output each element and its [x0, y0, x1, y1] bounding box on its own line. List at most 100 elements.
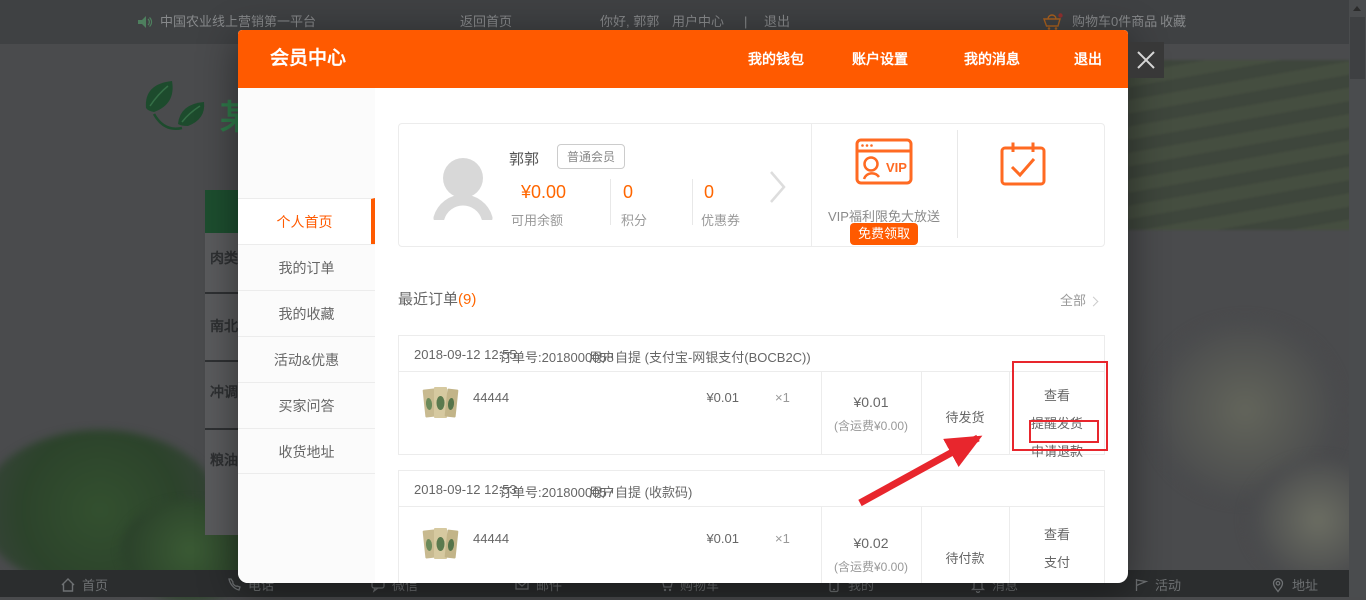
- modal-header: 会员中心 我的钱包 账户设置 我的消息 退出: [238, 30, 1128, 88]
- divider: [821, 372, 822, 455]
- product-thumbnail[interactable]: [421, 524, 459, 567]
- category-panel: 肉类 南北 冲调 粮油: [205, 190, 238, 535]
- page-scrollbar[interactable]: [1349, 0, 1366, 597]
- favorites-link[interactable]: 收藏: [1160, 0, 1186, 44]
- speaker-icon: [137, 14, 153, 35]
- balance-label: 可用余额: [511, 210, 563, 229]
- order-delivery-method: 用户自提 (收款码): [589, 482, 692, 501]
- shipping-fee: (含运费¥0.00): [821, 417, 921, 434]
- sidebar-item-activities[interactable]: 活动&优惠: [238, 336, 375, 382]
- view-all-label: 全部: [1060, 293, 1086, 308]
- chevron-right-icon: [1089, 297, 1099, 307]
- chevron-right-icon[interactable]: [769, 170, 787, 209]
- sidebar-item-label: 活动&优惠: [274, 352, 339, 368]
- view-order-link[interactable]: 查看: [1044, 524, 1070, 543]
- quantity: ×1: [775, 531, 790, 546]
- vip-icon-label: VIP: [886, 160, 907, 175]
- pay-link[interactable]: 支付: [1044, 552, 1070, 571]
- order-actions: 查看 支付 取消订单: [1009, 524, 1105, 583]
- member-center-modal: 会员中心 我的钱包 账户设置 我的消息 退出 个人首页 我的订单 我的收藏 活动…: [238, 30, 1128, 583]
- flag-icon: [1133, 577, 1149, 593]
- home-icon: [60, 577, 76, 593]
- view-order-link[interactable]: 查看: [1044, 385, 1070, 404]
- divider: [205, 428, 238, 430]
- vip-benefit-icon: VIP: [855, 138, 913, 191]
- divider: [921, 507, 922, 583]
- view-all-link[interactable]: 全部: [1060, 290, 1097, 309]
- close-icon: [1128, 42, 1164, 78]
- recent-orders-count: (9): [458, 291, 476, 308]
- order-body: 44444 ¥0.01 ×1 ¥0.02 (含运费¥0.00) 待付款 查看 支…: [399, 507, 1104, 583]
- product-name[interactable]: 44444: [473, 531, 509, 546]
- category-item[interactable]: 粮油: [210, 450, 238, 470]
- sidebar-item-label: 买家问答: [279, 398, 335, 414]
- calendar-check-icon[interactable]: [999, 140, 1047, 193]
- footer-item-activity[interactable]: 活动: [1133, 575, 1181, 594]
- divider: [811, 124, 812, 246]
- coupons-value: 0: [704, 182, 714, 203]
- divider: [692, 179, 693, 225]
- modal-title: 会员中心: [270, 30, 346, 88]
- order-card: 2018-09-12 12:55 订单号:2018000058 用户自提 (支付…: [398, 335, 1105, 455]
- close-button[interactable]: [1128, 42, 1164, 78]
- order-card: 2018-09-12 12:53 订单号:2018000057 用户自提 (收款…: [398, 470, 1105, 583]
- product-thumbnail[interactable]: [421, 383, 459, 426]
- pin-icon: [1270, 577, 1286, 593]
- footer-item-address[interactable]: 地址: [1270, 575, 1318, 594]
- cancel-order-link[interactable]: 取消订单: [1031, 580, 1083, 583]
- category-item[interactable]: 冲调: [210, 382, 238, 402]
- remind-shipment-link[interactable]: 提醒发货: [1031, 413, 1083, 432]
- category-header-block: [205, 190, 238, 233]
- footer-label: 首页: [82, 575, 108, 594]
- sidebar-item-label: 收货地址: [279, 444, 335, 460]
- order-header: 2018-09-12 12:53 订单号:2018000057 用户自提 (收款…: [399, 471, 1104, 507]
- points-value: 0: [623, 182, 633, 203]
- unit-price: ¥0.01: [649, 390, 739, 405]
- sidebar-item-shipping-address[interactable]: 收货地址: [238, 428, 375, 474]
- shipping-fee: (含运费¥0.00): [821, 558, 921, 575]
- category-item[interactable]: 南北: [210, 316, 238, 336]
- order-status: 待发货: [921, 407, 1009, 426]
- brand-leaf-logo: [134, 76, 218, 151]
- sidebar-item-personal-home[interactable]: 个人首页: [238, 198, 375, 244]
- modal-sidebar: 个人首页 我的订单 我的收藏 活动&优惠 买家问答 收货地址: [238, 88, 375, 583]
- member-level-badge: 普通会员: [557, 144, 625, 169]
- free-claim-button[interactable]: 免费领取: [850, 223, 918, 245]
- sidebar-item-my-orders[interactable]: 我的订单: [238, 244, 375, 290]
- nav-my-messages[interactable]: 我的消息: [964, 30, 1020, 88]
- sidebar-item-my-favorites[interactable]: 我的收藏: [238, 290, 375, 336]
- sidebar-item-label: 个人首页: [277, 214, 333, 230]
- coupons-label: 优惠券: [701, 210, 740, 229]
- scrollbar-thumb[interactable]: [1350, 17, 1365, 79]
- sidebar-item-buyer-qa[interactable]: 买家问答: [238, 382, 375, 428]
- category-item[interactable]: 肉类: [210, 248, 238, 268]
- profile-card: 郭郭 普通会员 ¥0.00 可用余额 0 积分 0 优惠券 VIP VIP福利限…: [398, 123, 1105, 247]
- nav-my-wallet[interactable]: 我的钱包: [748, 30, 804, 88]
- order-total: ¥0.02: [821, 535, 921, 551]
- order-actions: 查看 提醒发货 申请退款: [1009, 385, 1105, 460]
- profile-name: 郭郭: [509, 148, 539, 169]
- order-delivery-method: 用户自提 (支付宝-网银支付(BOCB2C)): [589, 347, 811, 366]
- recent-orders-label: 最近订单: [398, 291, 458, 308]
- nav-account-settings[interactable]: 账户设置: [852, 30, 908, 88]
- footer-item-home[interactable]: 首页: [60, 575, 108, 594]
- points-label: 积分: [621, 210, 647, 229]
- divider: [205, 360, 238, 362]
- request-refund-link[interactable]: 申请退款: [1031, 441, 1083, 460]
- divider: [610, 179, 611, 225]
- order-header: 2018-09-12 12:55 订单号:2018000058 用户自提 (支付…: [399, 336, 1104, 372]
- recent-orders-title: 最近订单(9): [398, 288, 476, 309]
- unit-price: ¥0.01: [649, 531, 739, 546]
- quantity: ×1: [775, 390, 790, 405]
- order-total: ¥0.01: [821, 394, 921, 410]
- sidebar-item-label: 我的订单: [279, 260, 335, 276]
- scrollbar-up-arrow[interactable]: [1349, 0, 1366, 17]
- order-status: 待付款: [921, 548, 1009, 567]
- avatar: [432, 156, 494, 225]
- divider: [205, 292, 238, 294]
- order-body: 44444 ¥0.01 ×1 ¥0.01 (含运费¥0.00) 待发货 查看 提…: [399, 372, 1104, 455]
- nav-logout[interactable]: 退出: [1074, 30, 1102, 88]
- footer-label: 活动: [1155, 575, 1181, 594]
- sidebar-item-label: 我的收藏: [279, 306, 335, 322]
- product-name[interactable]: 44444: [473, 390, 509, 405]
